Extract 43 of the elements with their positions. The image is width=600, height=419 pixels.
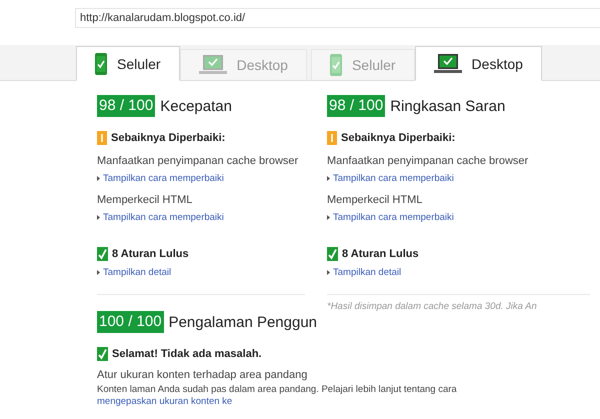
caret-icon [97,176,100,181]
show-fix-link[interactable]: Tampilkan cara memperbaiki [327,173,454,184]
group-heading: 8 Aturan Lulus [112,248,189,260]
section-title: Pengalaman Penggun [168,314,318,330]
laptop-icon [198,55,227,75]
group-heading: 8 Aturan Lulus [342,248,419,260]
warning-icon [97,131,107,145]
check-icon [97,347,108,361]
rule-name: Atur ukuran konten terhadap area pandang [97,369,308,381]
rule-name: Manfaatkan penyimpanan cache browser [97,155,300,167]
url-field[interactable]: http://kanalarudam.blogspot.co.id/ [75,8,600,28]
caret-icon [97,215,100,220]
section-title: Kecepatan [160,98,232,114]
score-badge: 98 / 100 [97,95,156,117]
phone-icon [330,54,342,76]
cache-note: *Hasil disimpan dalam cache selama 30d. Jika An [327,301,538,312]
rule-name: Manfaatkan penyimpanan cache browser [327,155,530,167]
check-icon [327,247,338,261]
group-heading: Sebaiknya Diperbaiki: [341,132,456,144]
laptop-icon [434,54,462,74]
rule-description: Konten laman Anda sudah pas dalam area pandang. Pelajari lebih lanjut tentang cara mengepaskan ukuran konten ke [97,384,458,408]
caret-icon [327,270,330,275]
device-tab[interactable]: Desktop [414,46,542,81]
show-details-link[interactable]: Tampilkan detail [327,267,402,278]
device-tab[interactable]: Seluler [76,46,180,81]
group-heading: Sebaiknya Diperbaiki: [111,132,226,144]
rule-name: Memperkecil HTML [327,194,424,206]
group-heading: Selamat! Tidak ada masalah. [112,348,262,360]
caret-icon [327,215,330,220]
show-fix-link[interactable]: Tampilkan cara memperbaiki [327,212,454,223]
section-title: Ringkasan Saran [390,98,506,114]
learn-more-link[interactable]: mengepaskan ukuran konten ke [97,396,232,407]
score-badge: 100 / 100 [97,311,164,333]
caret-icon [327,176,330,181]
show-details-link[interactable]: Tampilkan detail [97,267,172,278]
phone-icon [95,52,107,74]
check-icon [97,247,108,261]
rule-name: Memperkecil HTML [97,194,194,206]
warning-icon [327,131,337,145]
score-badge: 98 / 100 [327,95,386,117]
show-fix-link[interactable]: Tampilkan cara memperbaiki [97,212,224,223]
show-fix-link[interactable]: Tampilkan cara memperbaiki [97,173,224,184]
caret-icon [97,270,100,275]
